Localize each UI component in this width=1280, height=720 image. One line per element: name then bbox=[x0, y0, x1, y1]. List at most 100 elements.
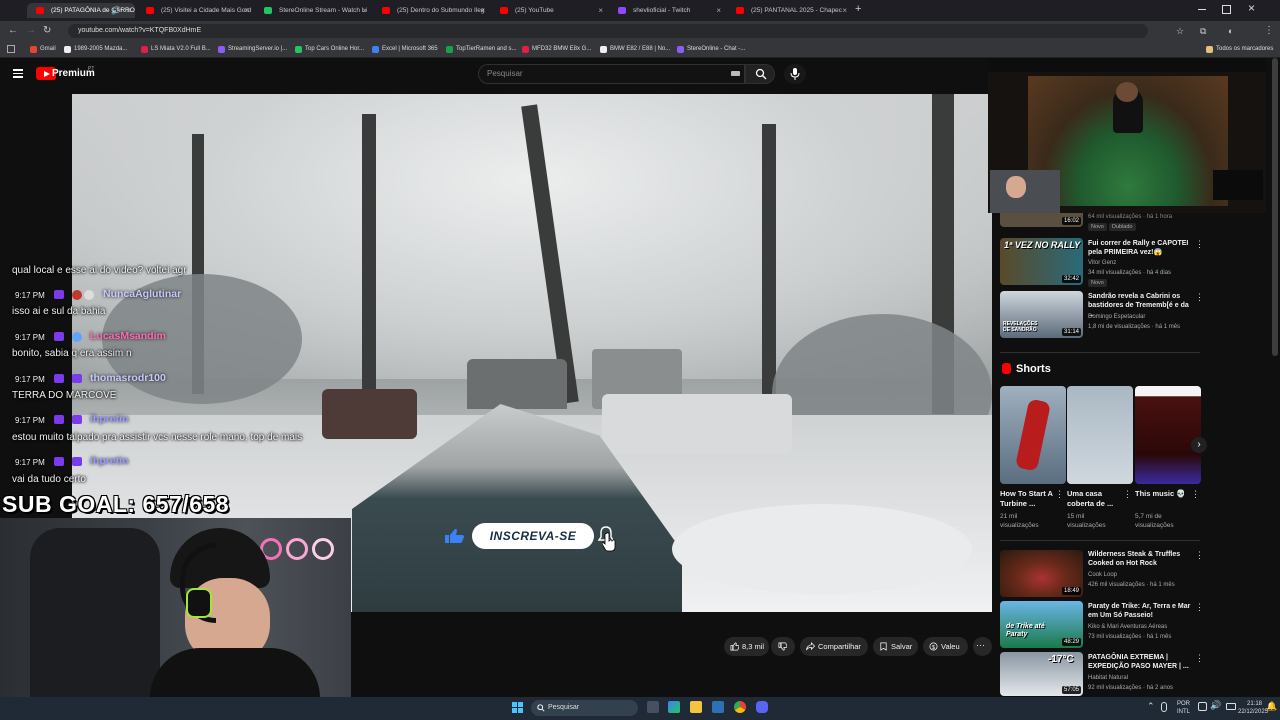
discord-icon[interactable] bbox=[756, 701, 768, 713]
channel-name[interactable]: Vitor Genz bbox=[1088, 259, 1116, 267]
tray-battery-icon[interactable] bbox=[1226, 703, 1236, 710]
channel-name[interactable]: Habitat Natural bbox=[1088, 674, 1128, 682]
video-thumbnail[interactable]: de Trike até Paraty 48:29 bbox=[1000, 601, 1083, 648]
close-tab-icon[interactable]: × bbox=[716, 3, 721, 18]
store-icon[interactable] bbox=[712, 701, 724, 713]
hamburger-menu-icon[interactable] bbox=[13, 69, 23, 78]
video-title[interactable]: PATAGÔNIA EXTREMA | EXPEDIÇÃO PASO MAYER… bbox=[1088, 653, 1192, 671]
speaker-icon[interactable]: 🔊 bbox=[111, 3, 121, 18]
bookmark-item[interactable]: StreamingServer.io |... bbox=[218, 44, 287, 54]
close-tab-icon[interactable]: × bbox=[126, 3, 131, 18]
browser-tab[interactable]: (25) Visitei a Cidade Mais Gord × bbox=[137, 3, 253, 18]
more-actions-button[interactable]: ··· bbox=[973, 637, 992, 656]
bookmark-item[interactable]: TopTierRamen and s... bbox=[446, 44, 516, 54]
bookmark-item[interactable]: MFD32 BMW E8x G... bbox=[522, 44, 591, 54]
bookmark-item[interactable]: Top Cars Online Hor... bbox=[295, 44, 364, 54]
url-field[interactable]: youtube.com/watch?v=KTQFB0XdHmE bbox=[68, 24, 1148, 38]
browser-tab[interactable]: (25) Dentro do Submundo Ileg × bbox=[373, 3, 489, 18]
close-tab-icon[interactable]: × bbox=[480, 3, 485, 18]
close-tab-icon[interactable]: × bbox=[842, 3, 847, 18]
tray-chevron-up-icon[interactable]: ⌃ bbox=[1147, 701, 1155, 712]
video-title[interactable]: Paraty de Trike: Ar, Terra e Mar em Um S… bbox=[1088, 602, 1192, 620]
kebab-menu-icon[interactable]: ⋮ bbox=[1191, 490, 1200, 499]
browser-tab[interactable]: (25) PATAGÔNIA de CARRO 🔊 × bbox=[27, 3, 135, 18]
window-controls[interactable]: × bbox=[1198, 1, 1268, 16]
short-title[interactable]: How To Start A Turbine ... bbox=[1000, 489, 1056, 509]
bookmark-star-icon[interactable]: ☆ bbox=[1176, 24, 1184, 38]
channel-name[interactable]: Cook Loop bbox=[1088, 571, 1117, 579]
new-tab-button[interactable]: + bbox=[855, 3, 861, 15]
reload-icon[interactable]: ↻ bbox=[43, 24, 51, 38]
video-thumbnail[interactable]: REVELAÇÕES DE SANDRÃO 31:14 bbox=[1000, 291, 1083, 338]
short-thumbnail[interactable] bbox=[1000, 386, 1066, 484]
video-thumbnail[interactable]: -17°C 57:05 bbox=[1000, 652, 1083, 696]
dislike-button[interactable] bbox=[771, 637, 795, 656]
like-button[interactable]: 8,3 mil bbox=[724, 637, 769, 656]
kebab-menu-icon[interactable]: ⋮ bbox=[1123, 490, 1132, 499]
voice-search-button[interactable] bbox=[784, 64, 806, 84]
taskbar-search[interactable]: Pesquisar bbox=[531, 700, 638, 716]
short-thumbnail[interactable] bbox=[1135, 386, 1201, 484]
browser-menu-icon[interactable]: ⋮ bbox=[1264, 24, 1274, 38]
browser-tab[interactable]: StereOnline Stream - Watch Li × bbox=[255, 3, 371, 18]
twitch-pip-overlay[interactable] bbox=[988, 58, 1266, 213]
tray-mic-icon[interactable] bbox=[1161, 702, 1167, 712]
apps-grid-icon[interactable] bbox=[7, 45, 15, 53]
short-title[interactable]: This music 💀 bbox=[1135, 489, 1191, 499]
notification-bell-icon[interactable]: 🔔 bbox=[1266, 701, 1277, 712]
kebab-menu-icon[interactable]: ⋮ bbox=[1195, 603, 1204, 612]
save-button[interactable]: Salvar bbox=[873, 637, 918, 656]
channel-name[interactable]: Kiko & Mari Aventuras Aéreas bbox=[1088, 623, 1167, 631]
extensions-icon[interactable]: ⧉ bbox=[1200, 24, 1206, 38]
close-tab-icon[interactable]: × bbox=[362, 3, 367, 18]
minimize-icon[interactable] bbox=[1198, 9, 1206, 10]
video-thumbnail[interactable]: 16:02 bbox=[1000, 213, 1083, 227]
chat-username: thomasrodr100 bbox=[90, 372, 166, 384]
video-title[interactable]: Wilderness Steak & Truffles Cooked on Ho… bbox=[1088, 550, 1192, 568]
forward-icon[interactable]: → bbox=[26, 24, 36, 38]
chrome-icon[interactable] bbox=[734, 701, 746, 713]
copilot-icon[interactable] bbox=[668, 701, 680, 713]
bookmark-item[interactable]: Gmail bbox=[30, 44, 56, 54]
browser-tab[interactable]: (25) YouTube × bbox=[491, 3, 607, 18]
tray-volume-icon[interactable]: 🔊 bbox=[1210, 700, 1221, 711]
windows-start-icon[interactable] bbox=[512, 702, 523, 713]
video-title[interactable]: Fui correr de Rally e CAPOTEI pela PRIME… bbox=[1088, 239, 1192, 257]
kebab-menu-icon[interactable]: ⋮ bbox=[1195, 551, 1204, 560]
all-bookmarks[interactable]: Todos os marcadores bbox=[1206, 44, 1273, 54]
channel-name[interactable]: Domingo Espetacular bbox=[1088, 313, 1145, 321]
kebab-menu-icon[interactable]: ⋮ bbox=[1195, 240, 1204, 249]
file-explorer-icon[interactable] bbox=[690, 701, 702, 713]
shorts-next-button[interactable]: › bbox=[1191, 437, 1207, 453]
browser-tab[interactable]: shevlioficial - Twitch × bbox=[609, 3, 725, 18]
keyboard-icon[interactable] bbox=[731, 71, 740, 76]
tray-monitor-icon[interactable] bbox=[1198, 702, 1207, 711]
kebab-menu-icon[interactable]: ⋮ bbox=[1195, 293, 1204, 302]
browser-tab[interactable]: (25) PANTANAL 2025 - Chapec × bbox=[727, 3, 851, 18]
bookmark-item[interactable]: LS Miata V2.0 Full B... bbox=[141, 44, 211, 54]
bookmark-item[interactable]: Excel | Microsoft 365 bbox=[372, 44, 438, 54]
bookmark-item[interactable]: BMW E82 / E88 | No... bbox=[600, 44, 670, 54]
bookmark-item[interactable]: 1989-2005 Mazda... bbox=[64, 44, 127, 54]
bookmark-item[interactable]: StereOnline - Chat -... bbox=[677, 44, 745, 54]
back-icon[interactable]: ← bbox=[8, 24, 18, 38]
search-input[interactable]: Pesquisar bbox=[478, 64, 745, 84]
maximize-icon[interactable] bbox=[1222, 5, 1231, 14]
thanks-button[interactable]: $ Valeu bbox=[923, 637, 968, 656]
kebab-menu-icon[interactable]: ⋮ bbox=[1055, 490, 1064, 499]
task-view-icon[interactable] bbox=[647, 701, 659, 713]
video-thumbnail[interactable]: 1ª VEZ NO RALLY 32:42 bbox=[1000, 238, 1083, 285]
taskbar-clock[interactable]: 21:18 22/12/2025 bbox=[1238, 700, 1268, 716]
close-tab-icon[interactable]: × bbox=[244, 3, 249, 18]
language-indicator[interactable]: POR INTL bbox=[1177, 700, 1190, 716]
page-scrollbar[interactable] bbox=[1272, 58, 1278, 356]
profile-icon[interactable]: ◐ bbox=[1228, 24, 1233, 38]
share-button[interactable]: Compartilhar bbox=[800, 637, 868, 656]
kebab-menu-icon[interactable]: ⋮ bbox=[1195, 654, 1204, 663]
search-button[interactable] bbox=[745, 64, 775, 84]
short-title[interactable]: Uma casa coberta de ... bbox=[1067, 489, 1123, 509]
video-thumbnail[interactable]: 18:49 bbox=[1000, 550, 1083, 597]
close-tab-icon[interactable]: × bbox=[598, 3, 603, 18]
close-window-icon[interactable]: × bbox=[1248, 1, 1255, 15]
short-thumbnail[interactable] bbox=[1067, 386, 1133, 484]
